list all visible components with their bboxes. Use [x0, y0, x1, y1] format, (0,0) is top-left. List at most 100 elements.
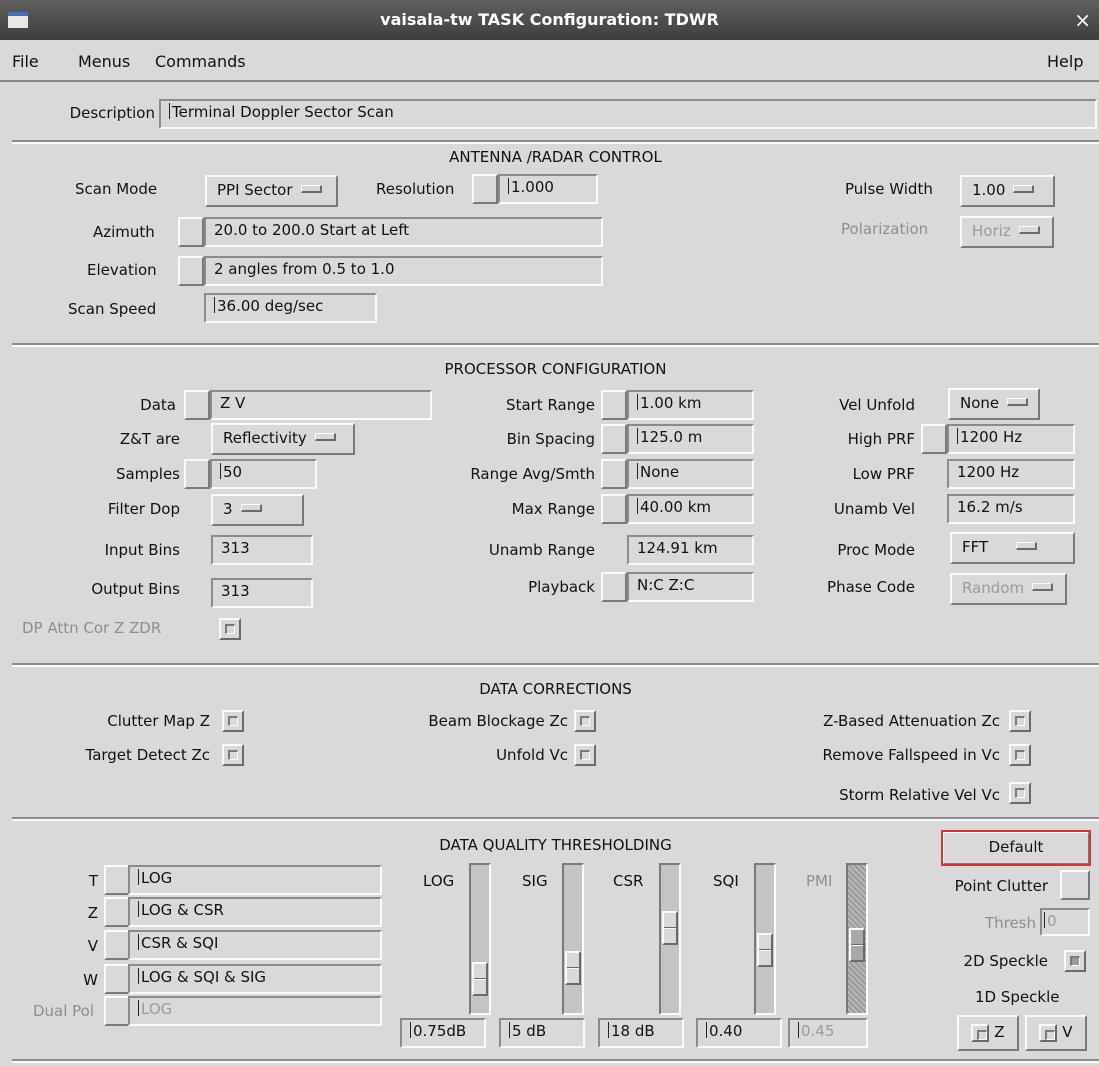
scan-mode-value: PPI Sector [217, 181, 293, 199]
menu-menus[interactable]: Menus [78, 52, 130, 71]
high-prf-label: High PRF [847, 430, 915, 448]
threshold-row-field[interactable]: LOG & CSR [128, 897, 382, 927]
output-bins-field: 313 [211, 578, 313, 608]
phase-code-select[interactable]: Random [950, 573, 1067, 605]
unfold-vc-checkbox[interactable] [574, 744, 596, 766]
range-avg-label: Range Avg/Smth [470, 465, 595, 483]
separator [12, 343, 1099, 347]
start-range-button[interactable] [601, 390, 627, 420]
samples-button[interactable] [184, 459, 210, 489]
threshold-row-field[interactable]: LOG [128, 996, 382, 1026]
scan-mode-label: Scan Mode [75, 180, 158, 198]
resolution-field[interactable]: 1.000 [498, 174, 598, 204]
speckle-z-indicator [971, 1023, 990, 1042]
scan-mode-select[interactable]: PPI Sector [205, 175, 338, 207]
high-prf-field[interactable]: 1200 Hz [947, 424, 1075, 454]
point-clutter-label: Point Clutter [954, 877, 1048, 895]
threshold-row-label: V [87, 937, 98, 955]
max-range-button[interactable] [601, 494, 627, 524]
filter-dop-value: 3 [223, 500, 233, 518]
option-menu-icon [314, 433, 336, 441]
zt-select[interactable]: Reflectivity [211, 423, 355, 455]
azimuth-button[interactable] [178, 217, 204, 247]
window-titlebar: vaisala-tw TASK Configuration: TDWR × [0, 0, 1099, 40]
threshold-row-button[interactable] [104, 930, 130, 960]
filter-dop-select[interactable]: 3 [211, 494, 304, 526]
playback-button[interactable] [601, 572, 627, 602]
slider-thumb[interactable] [565, 951, 581, 985]
resolution-button[interactable] [472, 174, 498, 204]
slider-value-field[interactable]: 18 dB [598, 1018, 684, 1048]
start-range-field[interactable]: 1.00 km [627, 390, 754, 420]
slider-thumb[interactable] [662, 911, 678, 945]
bin-spacing-field[interactable]: 125.0 m [627, 424, 754, 454]
thresh-field[interactable]: 0 [1040, 908, 1090, 936]
target-detect-checkbox[interactable] [222, 744, 244, 766]
slider-thumb[interactable] [849, 928, 865, 962]
samples-label: Samples [115, 465, 180, 483]
scan-speed-field[interactable]: 36.00 deg/sec [204, 293, 377, 323]
point-clutter-button[interactable] [1060, 870, 1090, 900]
slider-thumb[interactable] [757, 933, 773, 967]
close-icon[interactable]: × [1074, 8, 1091, 32]
threshold-row-button[interactable] [104, 865, 130, 895]
slider-value-field[interactable]: 5 dB [499, 1018, 585, 1048]
bin-spacing-button[interactable] [601, 424, 627, 454]
threshold-row-field[interactable]: CSR & SQI [128, 930, 382, 960]
beam-blockage-checkbox[interactable] [574, 710, 596, 732]
pulse-width-select[interactable]: 1.00 [960, 175, 1055, 207]
threshold-row-field[interactable]: LOG & SQI & SIG [128, 964, 382, 994]
slider-value-field[interactable]: 0.45 [788, 1018, 868, 1048]
speckle-z-toggle[interactable]: Z [957, 1015, 1019, 1051]
threshold-row-field[interactable]: LOG [128, 865, 382, 895]
beam-blockage-label: Beam Blockage Zc [428, 712, 568, 730]
csr-slider[interactable] [659, 863, 681, 1015]
remove-fallspeed-checkbox[interactable] [1009, 744, 1031, 766]
menu-commands[interactable]: Commands [155, 52, 246, 71]
range-avg-button[interactable] [601, 459, 627, 489]
speckle-v-toggle[interactable]: V [1025, 1015, 1087, 1051]
threshold-row-button[interactable] [104, 996, 130, 1026]
unfold-vc-label: Unfold Vc [496, 746, 568, 764]
elevation-field[interactable]: 2 angles from 0.5 to 1.0 [204, 256, 603, 286]
playback-field[interactable]: N:C Z:C [627, 572, 754, 602]
pulse-width-value: 1.00 [972, 181, 1006, 199]
menu-file[interactable]: File [12, 52, 39, 71]
range-avg-field[interactable]: None [627, 459, 754, 489]
option-menu-icon [300, 185, 322, 193]
slider-label: SQI [713, 872, 739, 890]
slider-value-field[interactable]: 0.75dB [400, 1018, 486, 1048]
target-detect-label: Target Detect Zc [85, 746, 210, 764]
threshold-row-button[interactable] [104, 897, 130, 927]
output-bins-label: Output Bins [91, 580, 180, 598]
samples-field[interactable]: 50 [210, 459, 317, 489]
slider-value-field[interactable]: 0.40 [696, 1018, 782, 1048]
phase-code-label: Phase Code [827, 578, 915, 596]
unamb-range-field: 124.91 km [627, 535, 754, 565]
storm-relative-checkbox[interactable] [1009, 782, 1031, 804]
data-button[interactable] [184, 390, 210, 420]
separator [12, 140, 1099, 144]
sqi-slider[interactable] [754, 863, 776, 1015]
data-field[interactable]: Z V [210, 390, 432, 420]
default-button[interactable]: Default [941, 830, 1091, 866]
speckle-2d-checkbox[interactable] [1064, 950, 1086, 972]
log-slider[interactable] [469, 863, 491, 1015]
scan-speed-label: Scan Speed [68, 300, 157, 318]
z-based-atten-checkbox[interactable] [1009, 710, 1031, 732]
vel-unfold-select[interactable]: None [948, 388, 1040, 420]
clutter-map-checkbox[interactable] [222, 710, 244, 732]
high-prf-button[interactable] [921, 424, 947, 454]
max-range-field[interactable]: 40.00 km [627, 494, 754, 524]
sig-slider[interactable] [562, 863, 584, 1015]
menu-help[interactable]: Help [1047, 52, 1083, 71]
azimuth-field[interactable]: 20.0 to 200.0 Start at Left [204, 217, 603, 247]
pmi-slider[interactable] [846, 863, 868, 1015]
polarization-select[interactable]: Horiz [960, 216, 1054, 248]
threshold-row-button[interactable] [104, 964, 130, 994]
description-field[interactable]: Terminal Doppler Sector Scan [159, 99, 1097, 129]
proc-mode-select[interactable]: FFT [950, 532, 1075, 564]
dp-attn-checkbox[interactable] [219, 618, 241, 640]
slider-thumb[interactable] [472, 962, 488, 996]
elevation-button[interactable] [178, 256, 204, 286]
